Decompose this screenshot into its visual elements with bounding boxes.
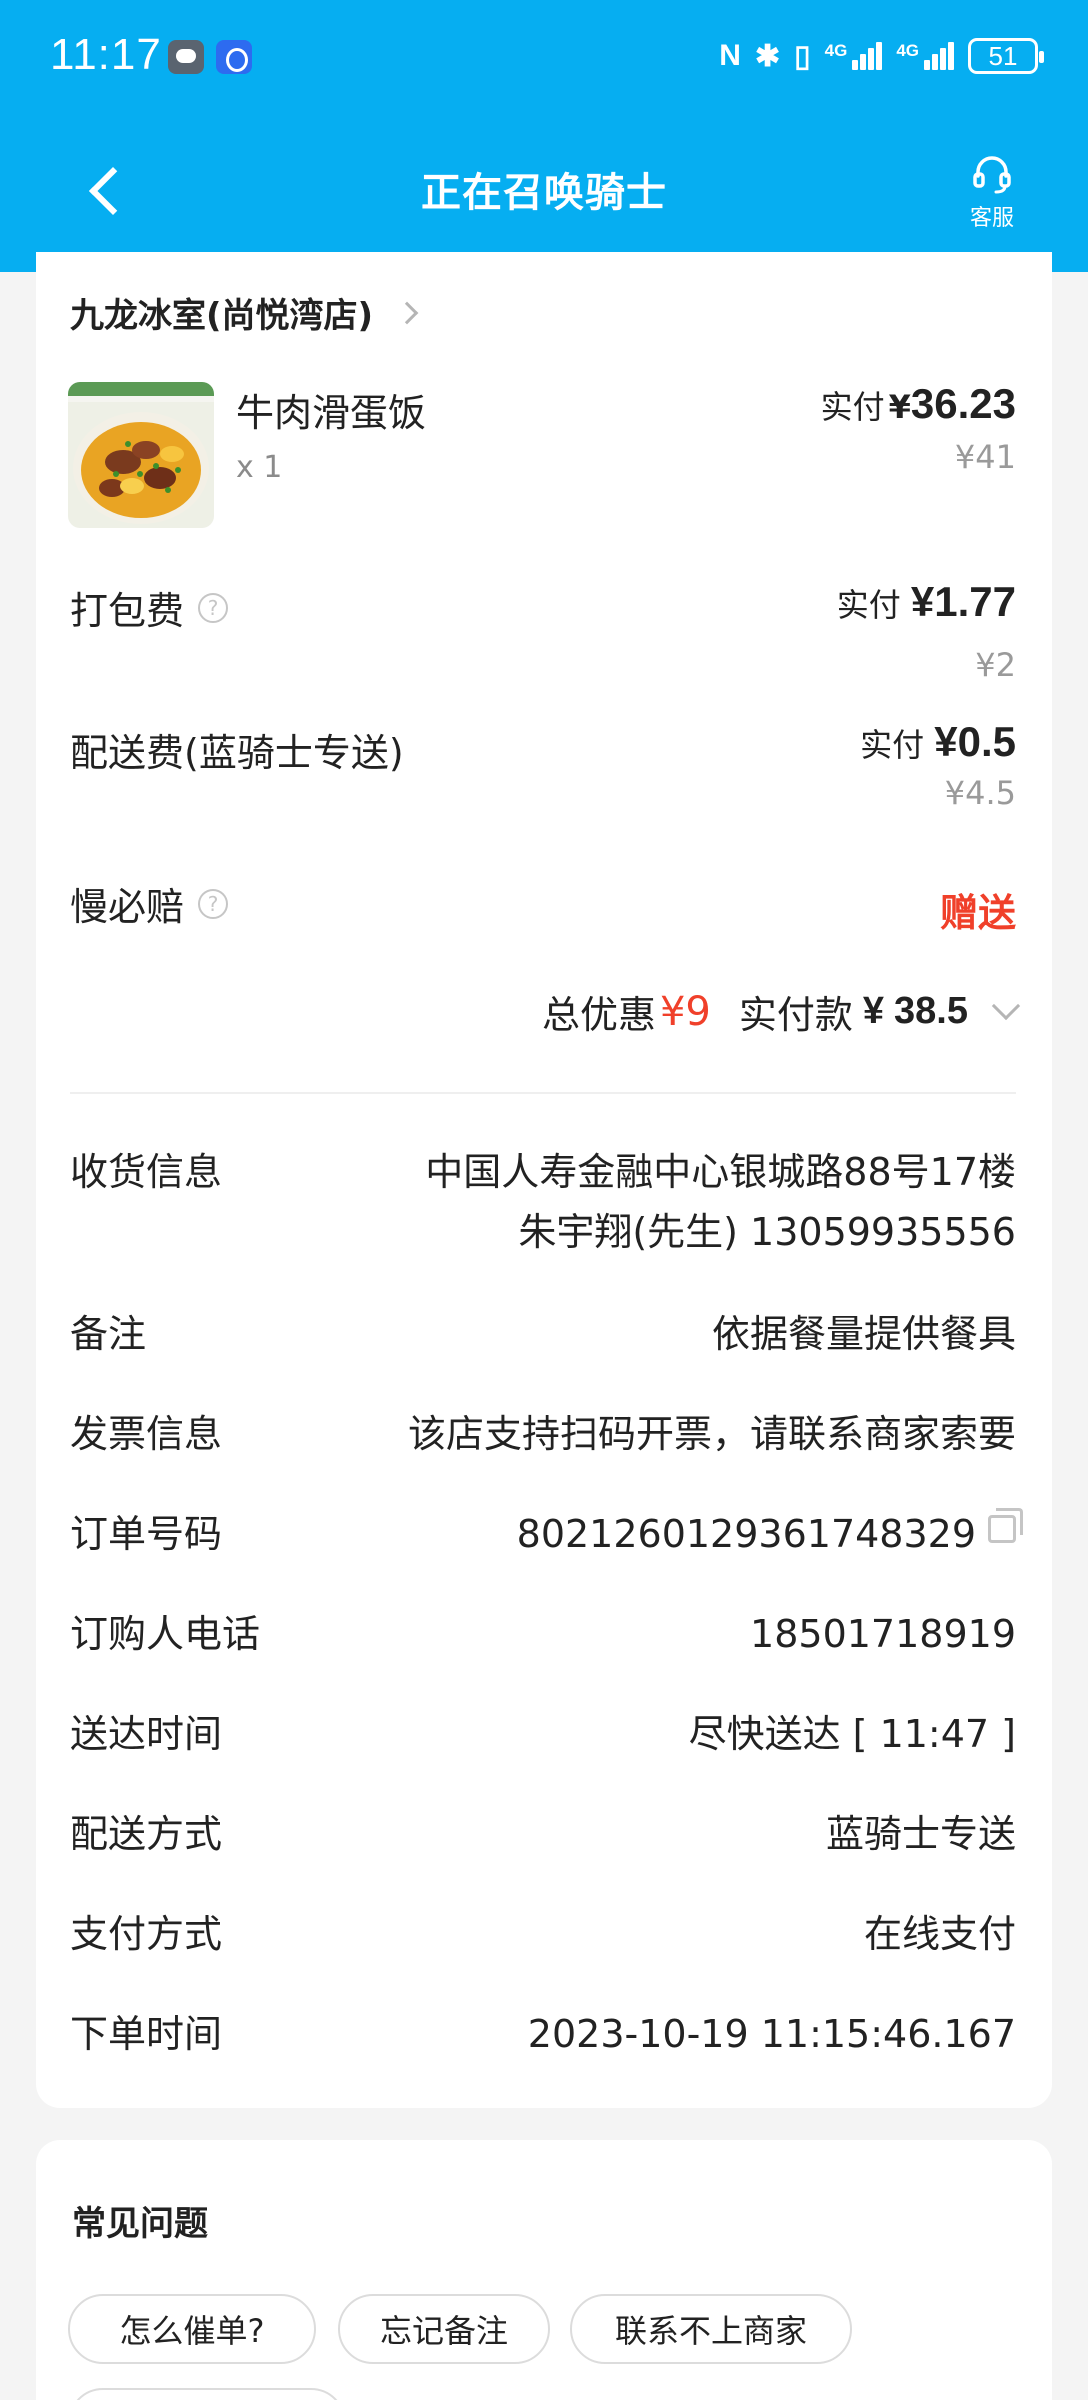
total-label: 实付款 [738,993,853,1037]
food-quantity: x 1 [236,450,283,485]
discount-value: ¥9 [659,988,711,1035]
signal-4g-icon: 4G [825,42,883,70]
item-price: 实付 ¥36.23 ¥41 [821,380,1016,476]
buyer-phone-row: 订购人电话 18501718919 [70,1612,1016,1656]
item-original-price: ¥41 [954,438,1016,476]
late-compensation-value: 赠送 [939,891,1016,935]
discount-label: 总优惠 [541,993,656,1037]
store-name: 九龙冰室(尚悦湾店) [70,296,374,336]
faq-chip-cannot-contact[interactable]: 联系不上商家 [570,2294,852,2364]
customer-service-button[interactable]: 客服 [954,150,1030,231]
order-detail-card: 九龙冰室(尚悦湾店) 牛肉滑蛋饭 x 1 实付 ¥36.23 ¥41 打包费 ?… [36,252,1052,2108]
faq-title: 常见问题 [72,2204,208,2244]
battery-icon: 51 [968,38,1044,74]
food-name: 牛肉滑蛋饭 [236,391,427,435]
status-time: 11:17 [50,30,162,79]
order-number: 8021260129361748329 [516,1512,976,1556]
store-link[interactable]: 九龙冰室(尚悦湾店) [70,288,419,337]
faq-chip-urge-order[interactable]: 怎么催单? [68,2294,316,2364]
chevron-right-icon [395,301,419,324]
receiver-info-row: 收货信息 中国人寿金融中心银城路88号17楼 朱宇翔(先生) 130599355… [70,1142,1016,1262]
app-notification-icon [216,40,252,74]
message-notification-icon [168,40,204,74]
faq-chip-more[interactable] [68,2388,346,2400]
help-icon[interactable]: ? [198,888,229,919]
invoice-row: 发票信息 该店支持扫码开票，请联系商家索要 [70,1412,1016,1456]
help-icon[interactable]: ? [198,592,229,623]
headset-icon [973,156,1011,194]
food-image [68,382,214,528]
order-number-row: 订单号码 8021260129361748329 [70,1504,1023,1564]
top-bar: 11:17 N ✱ ▯ 4G 4G 51 正在召唤骑士 客服 [0,0,1088,272]
bluetooth-icon: ✱ [754,39,781,73]
price-summary[interactable]: 总优惠 ¥9 实付款 ¥ 38.5 [541,984,1021,1039]
packing-fee-price: 实付 ¥1.77 ¥2 [836,578,1016,684]
status-icons: N ✱ ▯ 4G 4G 51 [719,34,1044,78]
nfc-icon: N [719,39,741,72]
receiver-contact: 朱宇翔(先生) 13059935556 [518,1210,1016,1254]
chevron-down-icon[interactable] [991,991,1021,1020]
faq-chip-forgot-note[interactable]: 忘记备注 [338,2294,550,2364]
order-time-row: 下单时间 2023-10-19 11:15:46.167 [70,2012,1016,2056]
faq-card: 常见问题 怎么催单? 忘记备注 联系不上商家 [36,2140,1052,2400]
page-title: 正在召唤骑士 [421,170,667,216]
vibrate-icon: ▯ [794,39,811,73]
delivery-method-row: 配送方式 蓝骑士专送 [70,1812,1016,1856]
total-value: 38.5 [894,990,968,1032]
item-paid: 实付 ¥36.23 [820,380,1016,427]
copy-icon[interactable] [988,1508,1023,1543]
late-compensation-label: 慢必赔 ? [70,876,229,931]
delivery-time-row: 送达时间 尽快送达 [ 11:47 ] [70,1712,1016,1756]
delivery-fee-price: 实付 ¥0.5 ¥4.5 [860,718,1016,812]
total-currency: ¥ [862,990,885,1032]
divider [70,1092,1016,1094]
note-row: 备注 依据餐量提供餐具 [70,1312,1016,1356]
payment-method-row: 支付方式 在线支付 [70,1912,1016,1956]
signal-4g-icon-2: 4G [896,42,954,70]
delivery-fee-label: 配送费(蓝骑士专送) [70,731,404,775]
receiver-address: 中国人寿金融中心银城路88号17楼 [425,1150,1016,1194]
packing-fee-label: 打包费 ? [70,580,229,635]
customer-service-label: 客服 [969,206,1014,231]
